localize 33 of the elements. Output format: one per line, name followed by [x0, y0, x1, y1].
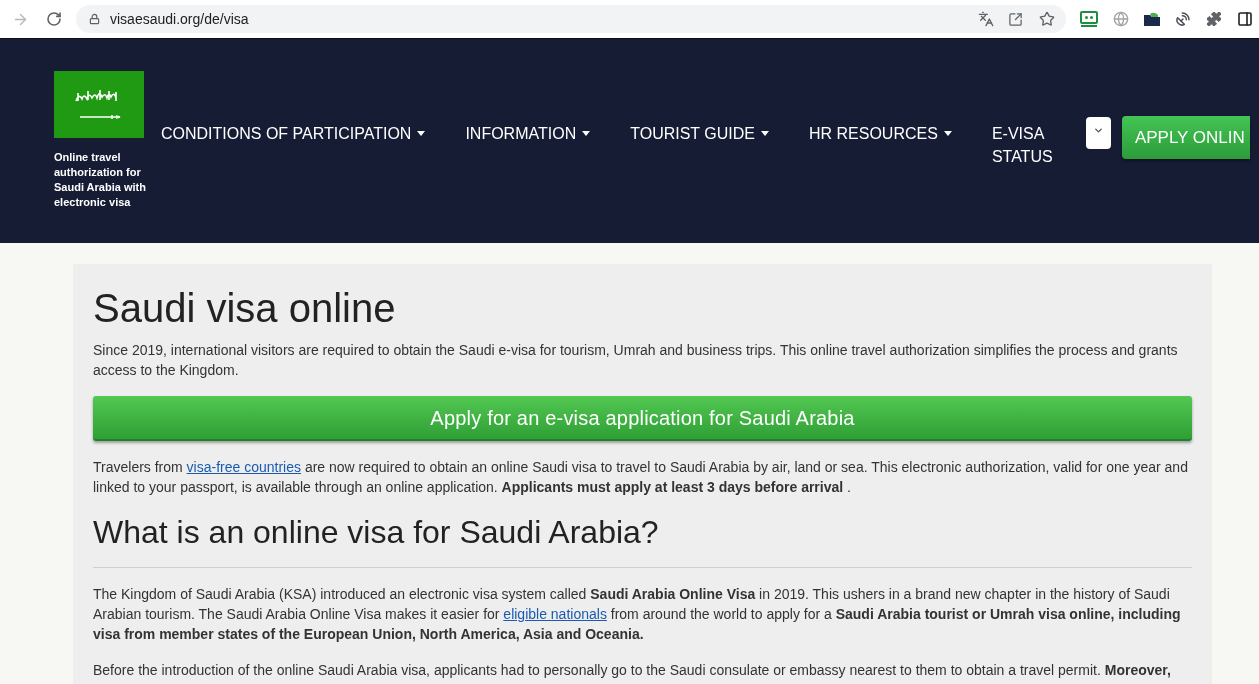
select-dropdown[interactable] [1085, 117, 1111, 149]
nav-menu-item[interactable]: INFORMATION [465, 116, 591, 145]
caret-icon [582, 131, 591, 136]
bookmark-star-icon[interactable] [1039, 11, 1055, 27]
page-title: Saudi visa online [93, 285, 397, 332]
caret-icon [760, 131, 769, 136]
text-link[interactable]: visa-free countries [186, 459, 301, 475]
paragraph: Before the introduction of the online Saudi Arabia visa, applicants had to personally go to the Saudi consulate or embassy nearest to them to obtain a travel permit. Moreover, [93, 661, 1172, 680]
puzzle-icon[interactable] [1206, 11, 1222, 27]
paragraph: The Kingdom of Saudi Arabia (KSA) introduced an electronic visa system called Saudi Arabia Online Visa in 2019. This ushers in a brand new chapter in the history of Saudi Arabian tourism. The Saudi Arabia Online Visa makes it easier for eligible nationals from around the world to apply for a Saudi Arabia tourist or Umrah visa online, including visa from member states of the European Union, North America, Asia and Oceania. [93, 585, 1182, 644]
satellite-dish-icon[interactable] [1175, 11, 1191, 27]
robot-icon[interactable] [1080, 11, 1098, 27]
nav-menu-item[interactable]: CONDITIONS OF PARTICIPATION [161, 116, 426, 145]
flag-logo[interactable] [54, 71, 144, 138]
site-tagline: Online travel authorization for Saudi Arabia with electronic visa [54, 150, 147, 210]
address-bar[interactable]: visaesaudi.org/de/visa [76, 5, 1066, 33]
nav-menu-item[interactable]: TOURIST GUIDE [630, 116, 769, 145]
nav-menu-item[interactable]: HR RESOURCES [808, 116, 952, 145]
side-panel-icon[interactable] [1237, 11, 1253, 27]
reload-icon[interactable] [46, 11, 62, 27]
translate-icon[interactable] [978, 11, 994, 27]
lock-icon [89, 13, 100, 25]
paragraph: Travelers from visa-free countries are now required to obtain an online Saudi visa to travel to Saudi Arabia by air, land or sea. This electronic authorization, valid for one year and linked to your passport, is available through an online application. Applicants must apply at least 3 days before arrival . [93, 458, 1189, 497]
folder-icon[interactable] [1144, 12, 1160, 26]
paragraph: Since 2019, international visitors are required to obtain the Saudi e-visa for tourism, Umrah and business trips. This online travel authorization simplifies the process and grants access to the Kingdom. [93, 341, 1179, 380]
caret-icon [417, 131, 426, 136]
nav-link[interactable]: E-VISA STATUS [991, 116, 1058, 168]
text-link[interactable]: eligible nationals [503, 606, 607, 622]
share-icon[interactable] [1008, 11, 1023, 27]
caret-icon [943, 131, 952, 136]
section-heading: What is an online visa for Saudi Arabia? [93, 513, 660, 552]
url-text: visaesaudi.org/de/visa [110, 9, 249, 29]
chevron-down-icon [1092, 125, 1104, 136]
